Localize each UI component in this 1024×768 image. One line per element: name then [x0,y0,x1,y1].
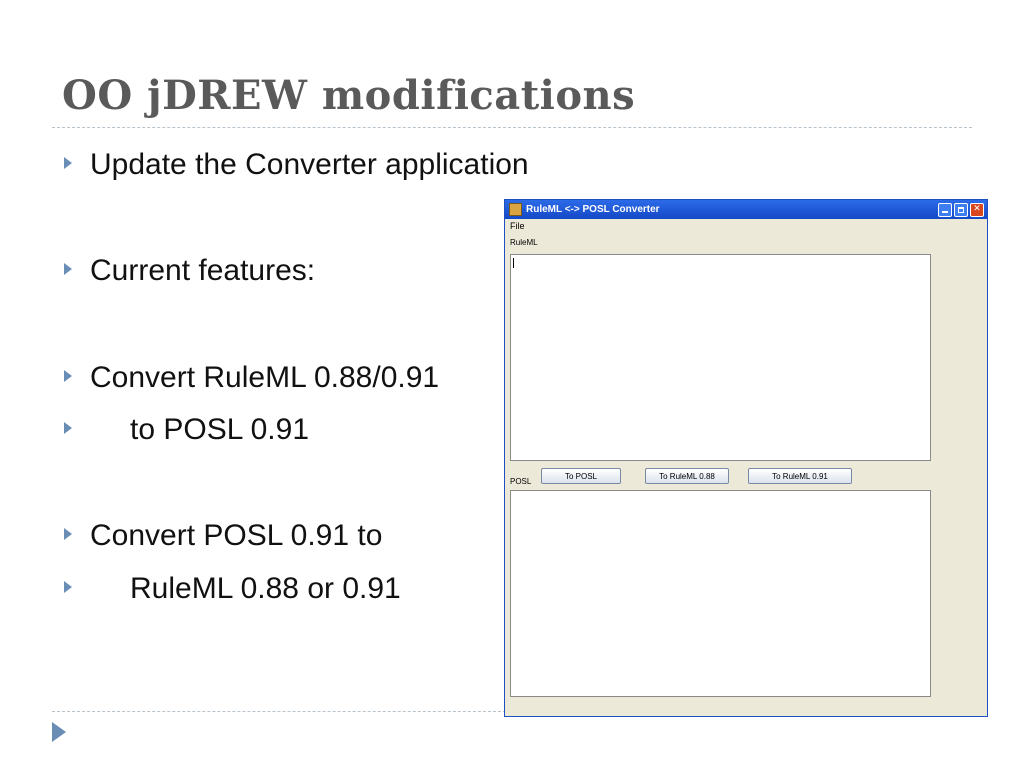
bullet-text: RuleML 0.88 or 0.91 [130,572,401,605]
text-caret [513,258,514,268]
bullet-item: Current features: [64,253,315,289]
posl-textarea[interactable] [510,490,931,697]
to-ruleml-091-button[interactable]: To RuleML 0.91 [748,468,852,484]
slide-nav-arrow-icon[interactable] [52,722,66,742]
bullet-item: RuleML 0.88 or 0.91 [64,571,401,607]
bullet-text: Convert RuleML 0.88/0.91 [90,361,440,394]
app-icon [509,203,522,216]
ruleml-label: RuleML [510,238,538,247]
bullet-arrow-icon [64,422,72,435]
to-posl-button[interactable]: To POSL [541,468,621,484]
maximize-icon [958,206,964,213]
ruleml-textarea[interactable] [510,254,931,461]
menu-bar: File [505,219,987,233]
to-ruleml-088-button[interactable]: To RuleML 0.88 [645,468,729,484]
bullet-item: to POSL 0.91 [64,412,309,448]
converter-window: RuleML <-> POSL Converter ✕ File RuleML … [504,199,988,717]
bullet-item: Update the Converter application [64,147,529,183]
title-divider [52,127,972,128]
bullet-arrow-icon [64,581,72,594]
window-titlebar[interactable]: RuleML <-> POSL Converter ✕ [505,200,987,219]
slide-title: OO jDREW modifications [62,72,636,119]
bullet-item: Convert RuleML 0.88/0.91 [64,360,439,396]
bullet-arrow-icon [64,370,72,383]
close-button[interactable]: ✕ [970,202,984,217]
bullet-text: to POSL 0.91 [130,413,310,446]
bullet-arrow-icon [64,263,72,276]
bullet-text: Convert POSL 0.91 to [90,519,383,552]
maximize-button[interactable] [954,202,968,217]
posl-label: POSL [510,477,532,486]
close-icon: ✕ [973,204,981,214]
bullet-arrow-icon [64,157,72,170]
bullet-item: Convert POSL 0.91 to [64,518,382,554]
bullet-arrow-icon [64,528,72,541]
bullet-text: Update the Converter application [90,148,529,181]
menu-file[interactable]: File [510,221,525,231]
minimize-button[interactable] [938,202,952,217]
window-title: RuleML <-> POSL Converter [526,204,660,215]
minimize-icon [942,211,948,213]
bullet-text: Current features: [90,254,316,287]
